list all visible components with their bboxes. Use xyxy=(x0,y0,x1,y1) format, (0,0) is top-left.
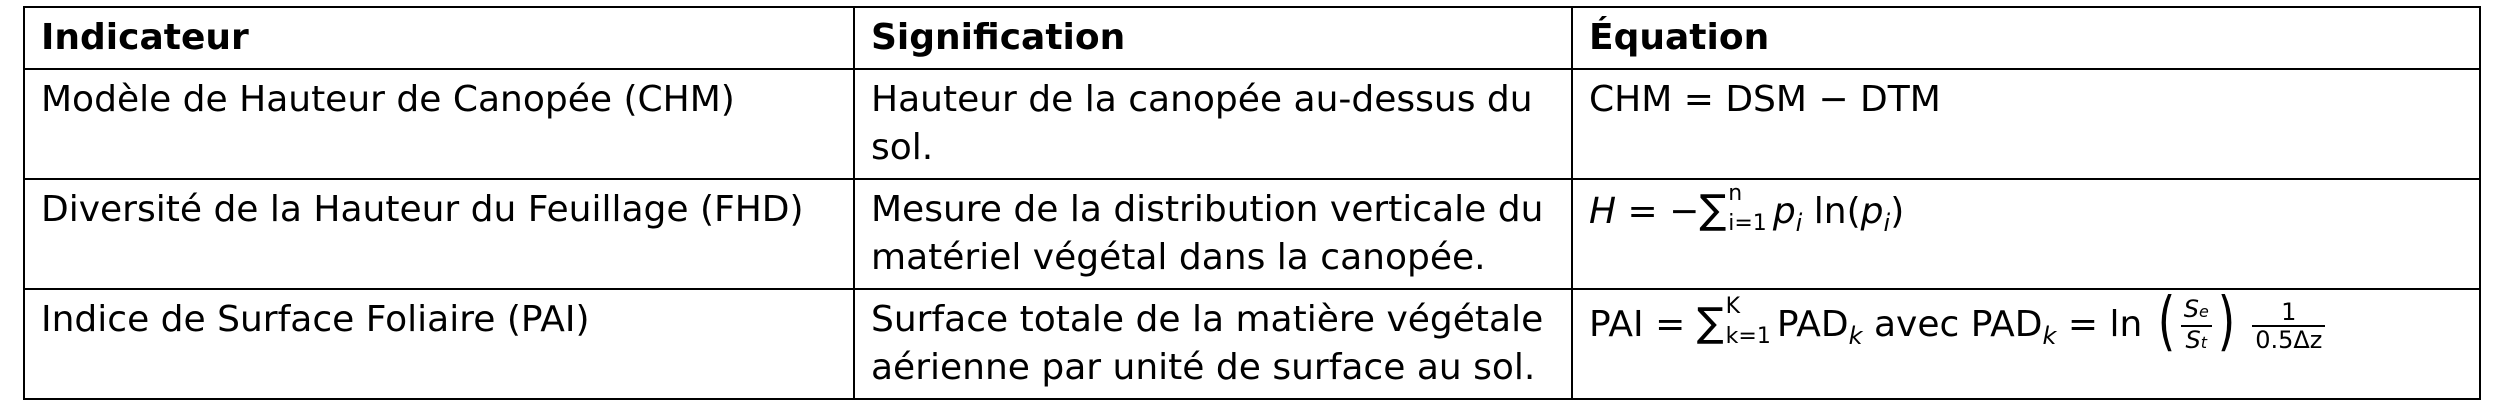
fhd-sum-lower: i=1 xyxy=(1728,211,1767,236)
fhd-close-paren: ) xyxy=(1890,191,1905,232)
equation-cell: PAI = ∑ Kk=1 PADk avec PADk = ln (Se St) 10… xyxy=(1571,288,2481,400)
fhd-p-sub: i xyxy=(1795,209,1803,237)
pai-avec: avec xyxy=(1873,304,1960,345)
table-row: Diversité de la Hauteur du Feuillage (FH… xyxy=(23,178,2481,290)
pai-pad-sub: k xyxy=(1848,322,1863,350)
page: Indicateur Signification Équation Modèle… xyxy=(0,0,2500,420)
pai-frac-den-s: S xyxy=(2185,326,2201,354)
fhd-sum-symbol: ∑ xyxy=(1699,187,1727,233)
table-row: Modèle de Hauteur de Canopée (CHM) Haute… xyxy=(23,68,2481,180)
fhd-equation: H = −∑ n i=1 pi ln(pi) xyxy=(1589,183,1905,238)
fhd-ln: ln xyxy=(1813,191,1847,232)
equation-cell: H = −∑ n i=1 pi ln(pi) xyxy=(1571,178,2481,290)
pai-fraction-delta: 1 0.5Δz xyxy=(2252,299,2326,354)
pai-frac-num-s: S xyxy=(2183,295,2199,323)
fhd-sum-limits: n i=1 xyxy=(1728,183,1767,235)
table-row: Indice de Surface Foliaire (PAI) Surface… xyxy=(23,288,2481,400)
pai-lhs: PAI = xyxy=(1589,304,1686,345)
pai-paren-close: ) xyxy=(2217,285,2236,359)
pai-pad: PAD xyxy=(1776,304,1849,345)
pai-frac-den: St xyxy=(2181,327,2212,356)
pai-frac-num-sub: e xyxy=(2198,302,2209,321)
pai-pad2: PAD xyxy=(1970,304,2043,345)
pai-frac-den-sub: t xyxy=(2200,333,2208,352)
pai-frac-num: Se xyxy=(2180,295,2212,327)
fhd-p2: p xyxy=(1860,191,1884,232)
pai-sum-upper: K xyxy=(1725,294,1741,319)
pai-pad2-sub: k xyxy=(2042,322,2057,350)
header-meaning: Signification xyxy=(853,6,1573,70)
fhd-open-paren: ( xyxy=(1846,191,1861,232)
fhd-p: p xyxy=(1772,191,1796,232)
meaning-cell: Mesure de la distribution verticale du m… xyxy=(853,178,1573,290)
fhd-sum-upper: n xyxy=(1728,181,1743,206)
pai-equals-ln: = ln xyxy=(2067,304,2143,345)
fhd-lhs: H xyxy=(1589,191,1617,232)
indicator-cell: Indice de Surface Foliaire (PAI) xyxy=(23,288,855,400)
meaning-cell: Surface totale de la matière végétale aé… xyxy=(853,288,1573,400)
header-equation: Équation xyxy=(1571,6,2481,70)
pai-sum-limits: Kk=1 xyxy=(1726,296,1771,348)
pai-fraction-s: Se St xyxy=(2180,295,2212,356)
pai-paren-open: ( xyxy=(2157,285,2175,359)
meaning-cell: Hauteur de la canopée au-dessus du sol. xyxy=(853,68,1573,180)
indicator-cell: Modèle de Hauteur de Canopée (CHM) xyxy=(23,68,855,180)
equation-cell: CHM = DSM − DTM xyxy=(1571,68,2481,180)
pai-sum-symbol: ∑ xyxy=(1696,300,1724,346)
fhd-equals-minus: = − xyxy=(1627,191,1700,232)
indicator-cell: Diversité de la Hauteur du Feuillage (FH… xyxy=(23,178,855,290)
table-header-row: Indicateur Signification Équation xyxy=(23,6,2481,70)
header-indicator: Indicateur xyxy=(23,6,855,70)
chm-equation: CHM = DSM − DTM xyxy=(1589,79,1941,120)
pai-frac2-den: 0.5Δz xyxy=(2255,326,2323,354)
pai-equation: PAI = ∑ Kk=1 PADk avec PADk = ln (Se St) 10… xyxy=(1589,290,2327,354)
indicator-table: Indicateur Signification Équation Modèle… xyxy=(23,6,2481,400)
pai-sum-lower: k=1 xyxy=(1725,324,1771,349)
pai-frac2-num: 1 xyxy=(2252,299,2326,327)
